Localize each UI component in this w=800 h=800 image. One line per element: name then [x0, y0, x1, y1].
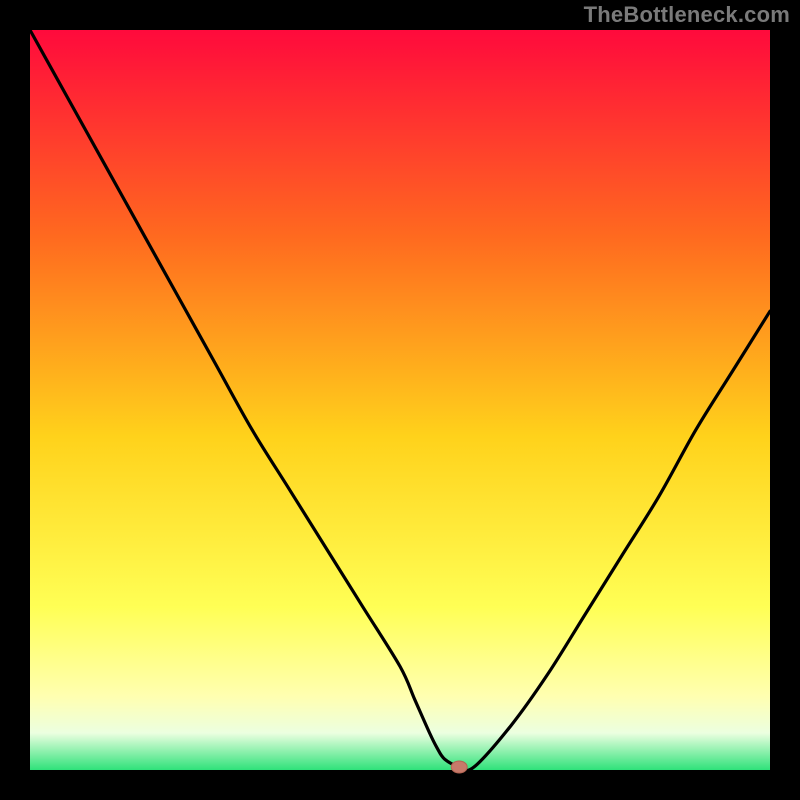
minimum-marker	[451, 761, 467, 773]
plot-gradient-bg	[30, 30, 770, 770]
bottleneck-chart	[0, 0, 800, 800]
chart-container: { "watermark": "TheBottleneck.com", "col…	[0, 0, 800, 800]
watermark-text: TheBottleneck.com	[584, 2, 790, 28]
